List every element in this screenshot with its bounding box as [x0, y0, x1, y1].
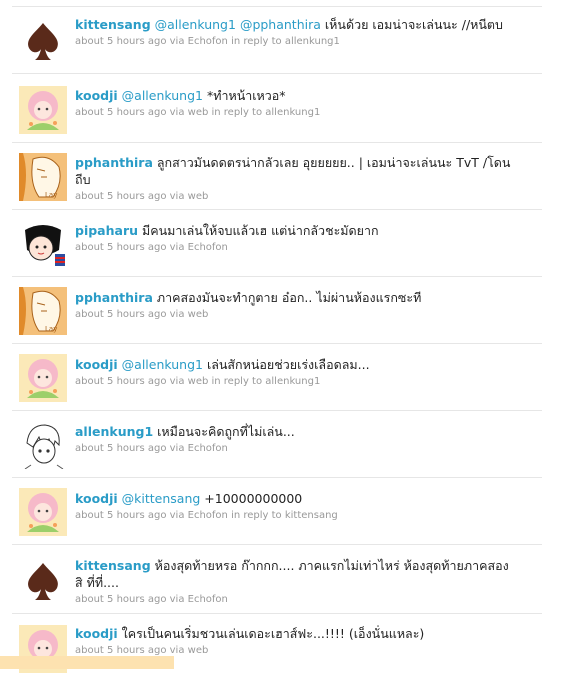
tweet-text: koodji ใครเป็นคนเริ่มชวนเล่นเดอะเฮาส์ฟะ.… [75, 625, 515, 642]
tweet: koodji @allenkung1 *ทำหน้าเหวอ* about 5 … [12, 73, 542, 140]
tweet: Lay pphanthira ภาคสองมันจะทำกูตาย อ๋อก..… [12, 276, 542, 343]
mention-link[interactable]: @allenkung1 [122, 357, 203, 372]
avatar[interactable] [19, 86, 67, 134]
tweet-body: +10000000000 [204, 491, 303, 506]
tweet-meta: about 5 hours ago via web in reply to al… [75, 376, 321, 387]
tweet-meta: about 5 hours ago via web [75, 191, 209, 202]
tweet-text: koodji @allenkung1 เล่นสักหน่อยช่วยเร่งเ… [75, 356, 515, 373]
avatar[interactable]: Lay [19, 153, 67, 201]
svg-text:Lay: Lay [45, 191, 57, 199]
mention-link[interactable]: @allenkung1 [155, 17, 236, 32]
tweet: koodji @allenkung1 เล่นสักหน่อยช่วยเร่งเ… [12, 343, 542, 410]
tweet: kittensang @allenkung1 @pphanthira เห็นด… [12, 6, 542, 71]
avatar[interactable] [19, 354, 67, 402]
tweet-meta: about 5 hours ago via Echofon [75, 242, 228, 253]
tweet-body: *ทำหน้าเหวอ* [206, 88, 286, 103]
author-link[interactable]: koodji [75, 357, 118, 372]
author-link[interactable]: koodji [75, 626, 118, 641]
tweet-text: allenkung1 เหมือนจะคิดถูกที่ไม่เล่น... [75, 423, 515, 440]
tweet-body: เห็นด้วย เอมน่าจะเล่นนะ //หนีตบ [324, 17, 503, 32]
tweet: kittensang ห้องสุดท้ายหรอ ก๊ากกก.... ภาค… [12, 544, 542, 621]
author-link[interactable]: pipaharu [75, 223, 138, 238]
tweet-meta: about 5 hours ago via Echofon in reply t… [75, 36, 340, 47]
tweet: koodji @kittensang +10000000000 about 5 … [12, 477, 542, 544]
tweet-text: koodji @allenkung1 *ทำหน้าเหวอ* [75, 87, 515, 104]
tweet-text: kittensang ห้องสุดท้ายหรอ ก๊ากกก.... ภาค… [75, 557, 515, 591]
avatar[interactable]: Lay [19, 287, 67, 335]
avatar[interactable] [19, 557, 67, 605]
mention-link[interactable]: @allenkung1 [122, 88, 203, 103]
author-link[interactable]: kittensang [75, 17, 151, 32]
author-link[interactable]: pphanthira [75, 155, 153, 170]
author-link[interactable]: kittensang [75, 558, 151, 573]
tweet-meta: about 5 hours ago via Echofon in reply t… [75, 510, 338, 521]
author-link[interactable]: allenkung1 [75, 424, 153, 439]
bottom-bar [0, 656, 174, 669]
tweet-text: kittensang @allenkung1 @pphanthira เห็นด… [75, 16, 515, 33]
tweet-text: pphanthira ภาคสองมันจะทำกูตาย อ๋อก.. ไม่… [75, 289, 515, 306]
tweet: allenkung1 เหมือนจะคิดถูกที่ไม่เล่น... a… [12, 410, 542, 477]
tweet-body: ใครเป็นคนเริ่มชวนเล่นเดอะเฮาส์ฟะ...!!!! … [121, 626, 425, 641]
tweet-meta: about 5 hours ago via web [75, 309, 209, 320]
avatar[interactable] [19, 488, 67, 536]
avatar[interactable] [19, 220, 67, 268]
tweet: Lay pphanthira ลูกสาวมันดดตรน่ากลัวเลย อ… [12, 142, 542, 209]
tweet-meta: about 5 hours ago via Echofon [75, 443, 228, 454]
mention-link[interactable]: @pphanthira [240, 17, 321, 32]
tweet: pipaharu มีคนมาเล่นให้จบแล้วเฮ แต่น่ากลั… [12, 209, 542, 276]
mention-link[interactable]: @kittensang [122, 491, 201, 506]
avatar[interactable] [19, 17, 67, 65]
tweet-body: เหมือนจะคิดถูกที่ไม่เล่น... [157, 424, 295, 439]
author-link[interactable]: pphanthira [75, 290, 153, 305]
tweet-body: เล่นสักหน่อยช่วยเร่งเลือดลม... [206, 357, 370, 372]
tweet-meta: about 5 hours ago via web in reply to al… [75, 107, 321, 118]
tweet-text: koodji @kittensang +10000000000 [75, 490, 515, 507]
author-link[interactable]: koodji [75, 88, 118, 103]
author-link[interactable]: koodji [75, 491, 118, 506]
svg-text:Lay: Lay [45, 325, 57, 333]
tweet-body: มีคนมาเล่นให้จบแล้วเฮ แต่น่ากลัวชะมัดยาก [142, 223, 379, 238]
tweet-meta: about 5 hours ago via Echofon [75, 594, 228, 605]
avatar[interactable] [19, 421, 67, 469]
tweet-text: pphanthira ลูกสาวมันดดตรน่ากลัวเลย อุยยย… [75, 154, 515, 188]
tweet-text: pipaharu มีคนมาเล่นให้จบแล้วเฮ แต่น่ากลั… [75, 222, 515, 239]
tweet-body: ภาคสองมันจะทำกูตาย อ๋อก.. ไม่ผ่านห้องแรก… [156, 290, 422, 305]
